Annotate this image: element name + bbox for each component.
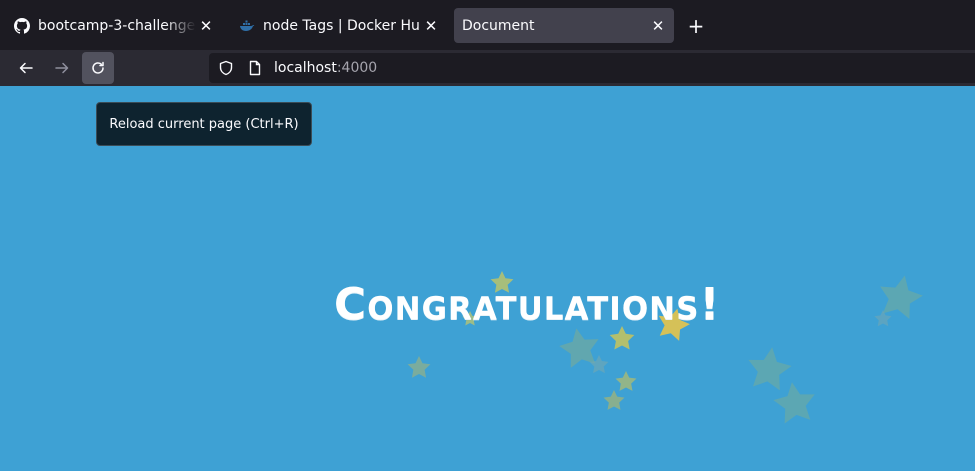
close-tab-icon[interactable]: ✕ [196, 16, 216, 36]
star-icon [603, 390, 625, 410]
github-icon [14, 17, 30, 34]
forward-arrow-icon [55, 62, 69, 74]
forward-button[interactable] [46, 52, 78, 84]
star-icon [744, 344, 794, 392]
star-icon [874, 310, 892, 327]
tracking-protection-shield-icon[interactable] [218, 60, 234, 76]
tab-docker-hub[interactable]: node Tags | Docker Hub ✕ [229, 8, 447, 43]
address-bar[interactable]: localhost:4000 [209, 53, 975, 83]
congratulations-heading: Congratulations! [334, 279, 721, 330]
url-text: localhost:4000 [274, 60, 377, 76]
docker-icon [239, 18, 255, 34]
tab-title: node Tags | Docker Hub [263, 17, 421, 34]
url-port: :4000 [336, 60, 378, 76]
star-icon [407, 356, 431, 378]
reload-icon [92, 61, 104, 74]
tab-title: Document [462, 17, 535, 34]
back-arrow-icon [19, 62, 33, 74]
reload-tooltip: Reload current page (Ctrl+R) [96, 102, 312, 146]
tab-github[interactable]: bootcamp-3-challenge/re ✕ [4, 8, 222, 43]
new-tab-button[interactable]: + [684, 14, 708, 38]
reload-button[interactable] [82, 52, 114, 84]
navigation-toolbar: localhost:4000 [0, 50, 975, 86]
plus-icon: + [687, 14, 705, 38]
tab-strip: bootcamp-3-challenge/re ✕ node Tags | Do… [0, 0, 975, 50]
tab-title: bootcamp-3-challenge/re [38, 17, 196, 34]
tab-document[interactable]: Document ✕ [454, 8, 674, 43]
star-icon [615, 371, 637, 391]
back-button[interactable] [10, 52, 42, 84]
close-tab-icon[interactable]: ✕ [648, 16, 668, 36]
page-info-icon[interactable] [247, 60, 263, 76]
close-tab-icon[interactable]: ✕ [421, 16, 441, 36]
url-host: localhost [274, 60, 337, 76]
